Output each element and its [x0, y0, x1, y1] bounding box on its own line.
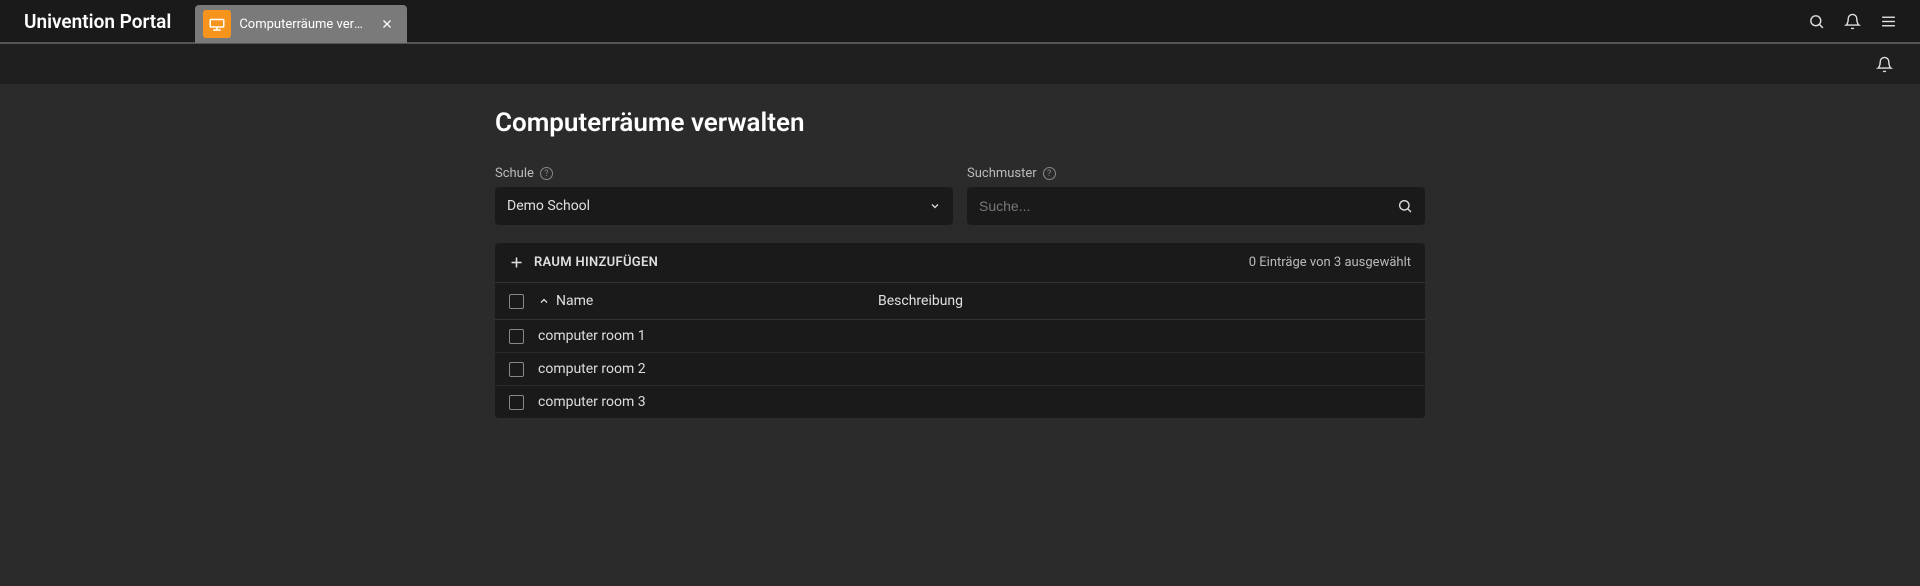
top-header: Univention Portal Computerräume verw... [0, 0, 1920, 44]
filter-search: Suchmuster ? [967, 166, 1425, 225]
row-name[interactable]: computer room 3 [538, 394, 646, 410]
content-inner: Computerräume verwalten Schule ? Demo Sc… [495, 108, 1425, 418]
portal-title[interactable]: Univention Portal [0, 0, 195, 42]
table-row: computer room 1 [495, 320, 1425, 353]
tab-computer-rooms[interactable]: Computerräume verw... [195, 5, 407, 43]
filter-school: Schule ? Demo School [495, 166, 953, 225]
table-container: RAUM HINZUFÜGEN 0 Einträge von 3 ausgewä… [495, 243, 1425, 418]
help-icon[interactable]: ? [1043, 167, 1056, 180]
search-label: Suchmuster ? [967, 166, 1425, 181]
page-title: Computerräume verwalten [495, 108, 1425, 138]
tab-label: Computerräume verw... [239, 17, 369, 32]
add-room-button[interactable]: RAUM HINZUFÜGEN [509, 255, 658, 270]
sub-header [0, 44, 1920, 84]
school-label: Schule ? [495, 166, 953, 181]
close-icon[interactable] [377, 16, 397, 32]
help-icon[interactable]: ? [540, 167, 553, 180]
search-field [967, 187, 1425, 225]
row-name[interactable]: computer room 2 [538, 361, 646, 377]
selection-text: 0 Einträge von 3 ausgewählt [1249, 255, 1411, 270]
table-row: computer room 3 [495, 386, 1425, 418]
row-name[interactable]: computer room 1 [538, 328, 646, 344]
column-description-header[interactable]: Beschreibung [878, 293, 1411, 309]
chevron-down-icon [929, 200, 941, 212]
row-checkbox[interactable] [509, 395, 524, 410]
add-button-label: RAUM HINZUFÜGEN [534, 255, 658, 270]
table-row: computer room 2 [495, 353, 1425, 386]
plus-icon [509, 255, 524, 270]
search-input[interactable] [979, 198, 1397, 214]
table-toolbar: RAUM HINZUFÜGEN 0 Einträge von 3 ausgewä… [495, 243, 1425, 283]
school-select[interactable]: Demo School [495, 187, 953, 225]
row-checkbox[interactable] [509, 329, 524, 344]
bell-icon[interactable] [1868, 48, 1900, 80]
search-icon[interactable] [1800, 5, 1832, 37]
content: Computerräume verwalten Schule ? Demo Sc… [0, 84, 1920, 442]
column-name-header[interactable]: Name [538, 293, 878, 309]
filter-row: Schule ? Demo School Suchmuster ? [495, 166, 1425, 225]
sort-asc-icon [538, 295, 550, 307]
school-select-value: Demo School [507, 198, 590, 214]
header-icons [1800, 5, 1920, 37]
bell-icon[interactable] [1836, 5, 1868, 37]
search-icon[interactable] [1397, 198, 1413, 214]
menu-icon[interactable] [1872, 5, 1904, 37]
select-all-checkbox[interactable] [509, 294, 524, 309]
row-checkbox[interactable] [509, 362, 524, 377]
table-header: Name Beschreibung [495, 283, 1425, 320]
computer-room-icon [203, 10, 231, 38]
